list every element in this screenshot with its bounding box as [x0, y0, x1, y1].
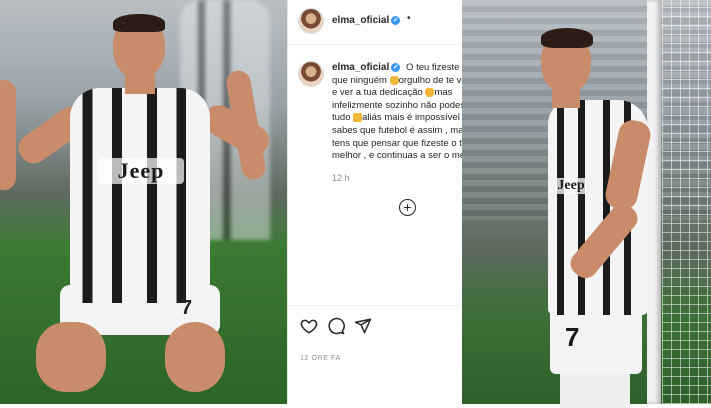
- caption-text: orgulho de te ver: [398, 74, 464, 86]
- caption-line-2: que ninguém orgulho de te ver: [332, 74, 464, 88]
- caption-line-3: e ver a tua dedicação mas: [332, 87, 463, 100]
- caption: elma_oficial✓ O teu fizeste melh que nin…: [332, 62, 464, 163]
- caption-line-5: tudo aliás mais é impossível !!!: [332, 112, 464, 125]
- folded-hands-emoji-icon: [389, 75, 399, 85]
- header-username[interactable]: elma_oficial ✓: [332, 15, 401, 26]
- caption-text: melhor , e continuas a ser o mell: [332, 150, 464, 162]
- plus-circle-icon[interactable]: +: [399, 199, 416, 216]
- header-dot-separator: •: [407, 13, 411, 24]
- caption-line-6: sabes que futebol é assim , mas: [332, 124, 464, 138]
- right-shorts-number: 7: [565, 322, 580, 352]
- left-shorts-number: 7: [181, 297, 193, 319]
- thumbs-down-emoji-icon: [353, 113, 363, 123]
- right-player-legs: [560, 368, 630, 408]
- paper-plane-icon[interactable]: [354, 317, 372, 335]
- right-player-hair: [541, 28, 593, 48]
- verified-badge-icon: ✓: [391, 15, 401, 25]
- left-player-hair: [113, 14, 165, 32]
- caption-text: mas: [434, 87, 453, 99]
- caption-line-1: elma_oficial✓ O teu fizeste melh: [332, 62, 463, 75]
- post-header: elma_oficial ✓ •: [288, 0, 463, 45]
- caption-text: infelizmente sozinho não podes f: [332, 99, 464, 111]
- header-username-text[interactable]: elma_oficial: [332, 15, 389, 26]
- caption-text: tens que pensar que fizeste o tel: [332, 137, 464, 149]
- caption-text: e ver a tua dedicação: [332, 87, 423, 99]
- caption-line-4: infelizmente sozinho não podes f: [332, 99, 464, 113]
- caption-line-7: tens que pensar que fizeste o tel: [332, 137, 464, 151]
- left-player-raised-forearm: [0, 80, 16, 190]
- caption-text: tudo: [332, 112, 351, 124]
- post-actions-bar: [288, 305, 463, 346]
- left-jersey-sponsor: Jeep: [98, 158, 184, 184]
- caption-text: O teu fizeste melh: [406, 62, 463, 73]
- goal-net: [662, 0, 711, 404]
- caption-timestamp: 12 h: [332, 173, 350, 183]
- caption-username[interactable]: elma_oficial ✓: [332, 62, 403, 73]
- heart-outline-icon[interactable]: [300, 317, 318, 335]
- left-player-knee-left: [36, 322, 106, 392]
- verified-badge-icon: ✓: [391, 62, 401, 72]
- caption-text: que ninguém: [332, 74, 387, 86]
- caption-text: aliás mais é impossível !!!: [362, 112, 464, 124]
- caption-username-text[interactable]: elma_oficial: [332, 62, 389, 73]
- post-date: 12 ORE FA: [300, 355, 341, 362]
- profile-avatar[interactable]: [299, 9, 323, 33]
- goal-post: [647, 0, 661, 404]
- caption-avatar[interactable]: [299, 62, 323, 86]
- left-player-knee-right: [165, 322, 225, 392]
- instagram-post-panel: elma_oficial ✓ • elma_oficial ✓ O teu fize…: [287, 0, 464, 404]
- left-player-jersey: [70, 88, 210, 303]
- caption-text: sabes que futebol é assim , mas: [332, 124, 464, 136]
- speech-bubble-icon[interactable]: [327, 317, 345, 335]
- right-jersey-sponsor: Jeep: [556, 178, 586, 194]
- caption-line-8: melhor , e continuas a ser o mell: [332, 150, 464, 163]
